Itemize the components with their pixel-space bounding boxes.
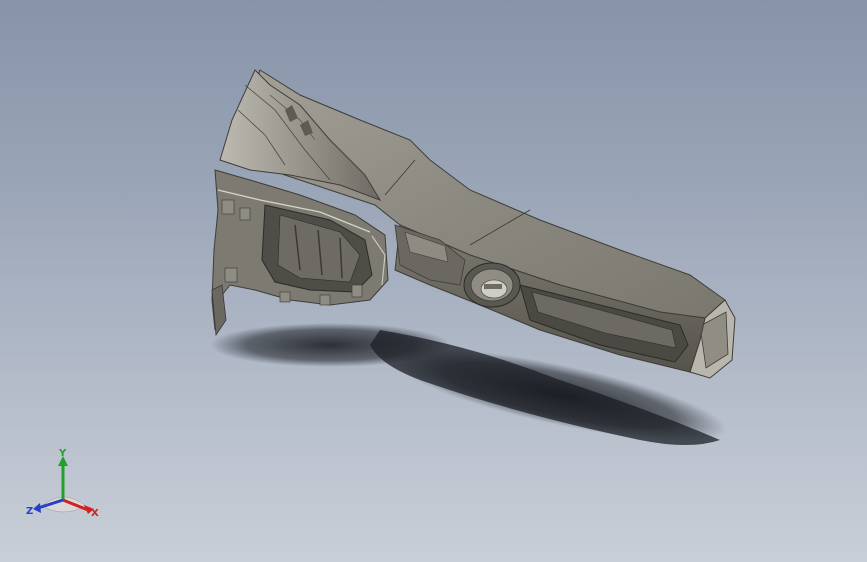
model-viewport[interactable]: Y X Z — [0, 0, 867, 562]
coordinate-triad: Y X Z — [26, 448, 99, 519]
part-view[interactable] — [0, 0, 867, 562]
y-axis-label: Y — [58, 448, 67, 459]
z-axis-label: Z — [26, 506, 33, 517]
x-axis-label: X — [91, 508, 99, 519]
